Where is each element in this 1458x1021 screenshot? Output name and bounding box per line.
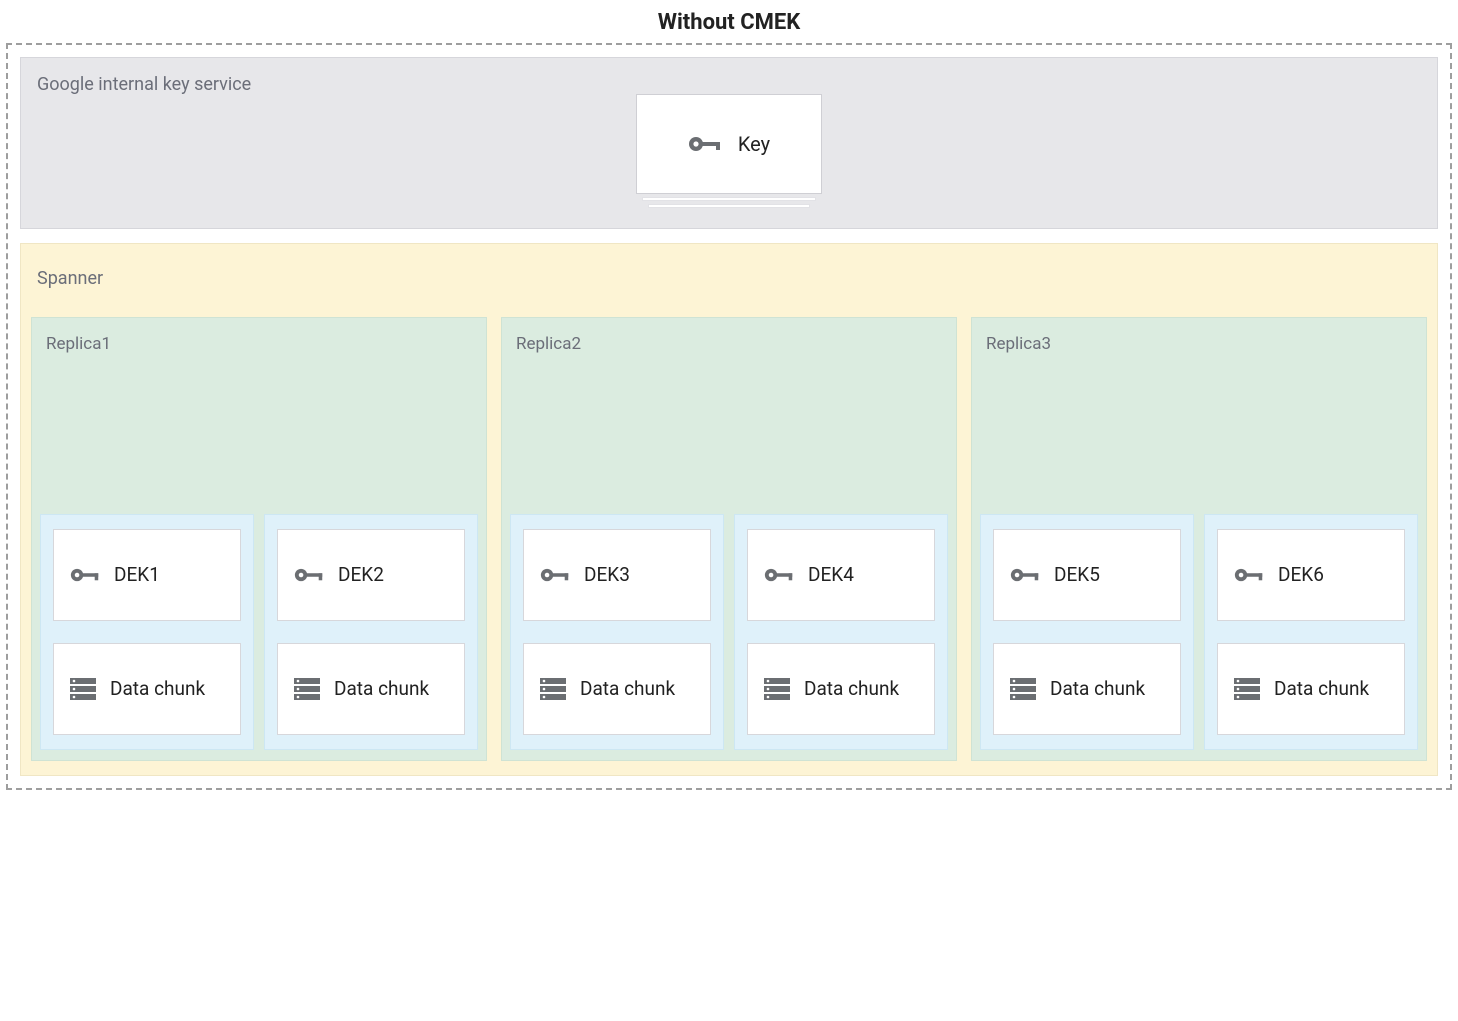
stack-line [648, 204, 810, 208]
dek-label: DEK2 [338, 564, 384, 586]
spanner-label: Spanner [37, 268, 1421, 289]
key-icon [1010, 566, 1040, 584]
replica-box: Replica2 DEK3 [501, 317, 957, 761]
storage-icon [540, 678, 566, 700]
key-icon [540, 566, 570, 584]
dek-card: DEK2 [277, 529, 465, 621]
replica-label: Replica3 [986, 334, 1412, 354]
key-icon [294, 566, 324, 584]
dek-card: DEK5 [993, 529, 1181, 621]
storage-icon [70, 678, 96, 700]
data-chunk-card: Data chunk [1217, 643, 1405, 735]
dek-label: DEK6 [1278, 564, 1324, 586]
spanner-section: Spanner Replica1 DEK1 [20, 243, 1438, 776]
storage-icon [294, 678, 320, 700]
replica-box: Replica3 DEK5 [971, 317, 1427, 761]
data-chunk-label: Data chunk [804, 678, 899, 700]
dek-label: DEK4 [808, 564, 854, 586]
key-service-section: Google internal key service Key [20, 57, 1438, 229]
replica-label: Replica2 [516, 334, 942, 354]
data-chunk-label: Data chunk [580, 678, 675, 700]
data-chunk-card: Data chunk [993, 643, 1181, 735]
diagram-outer-box: Google internal key service Key Spanner [6, 43, 1452, 790]
data-chunk-card: Data chunk [277, 643, 465, 735]
replica-row: Replica1 DEK1 [31, 317, 1427, 761]
data-chunk-card: Data chunk [53, 643, 241, 735]
data-chunk-label: Data chunk [1050, 678, 1145, 700]
dek-label: DEK5 [1054, 564, 1100, 586]
dek-label: DEK3 [584, 564, 630, 586]
chunk-column: DEK4 Data chunk [734, 514, 948, 750]
diagram-title: Without CMEK [0, 10, 1458, 35]
storage-icon [764, 678, 790, 700]
chunk-column: DEK3 Data chunk [510, 514, 724, 750]
key-card-stack: Key [636, 94, 822, 208]
key-icon [1234, 566, 1264, 584]
data-chunk-label: Data chunk [334, 678, 429, 700]
dek-label: DEK1 [114, 564, 160, 586]
dek-card: DEK3 [523, 529, 711, 621]
key-icon [70, 566, 100, 584]
storage-icon [1010, 678, 1036, 700]
storage-icon [1234, 678, 1260, 700]
chunk-column: DEK1 Data chunk [40, 514, 254, 750]
key-card-label: Key [738, 132, 770, 156]
dek-card: DEK4 [747, 529, 935, 621]
chunk-column: DEK6 Data chunk [1204, 514, 1418, 750]
key-service-label: Google internal key service [37, 74, 1421, 95]
chunk-column: DEK5 Data chunk [980, 514, 1194, 750]
replica-label: Replica1 [46, 334, 472, 354]
key-icon [688, 134, 722, 154]
dek-card: DEK6 [1217, 529, 1405, 621]
replica-box: Replica1 DEK1 [31, 317, 487, 761]
data-chunk-label: Data chunk [1274, 678, 1369, 700]
data-chunk-label: Data chunk [110, 678, 205, 700]
data-chunk-card: Data chunk [523, 643, 711, 735]
data-chunk-card: Data chunk [747, 643, 935, 735]
chunk-column: DEK2 Data chunk [264, 514, 478, 750]
key-card: Key [636, 94, 822, 194]
dek-card: DEK1 [53, 529, 241, 621]
key-icon [764, 566, 794, 584]
stack-line [642, 197, 816, 201]
